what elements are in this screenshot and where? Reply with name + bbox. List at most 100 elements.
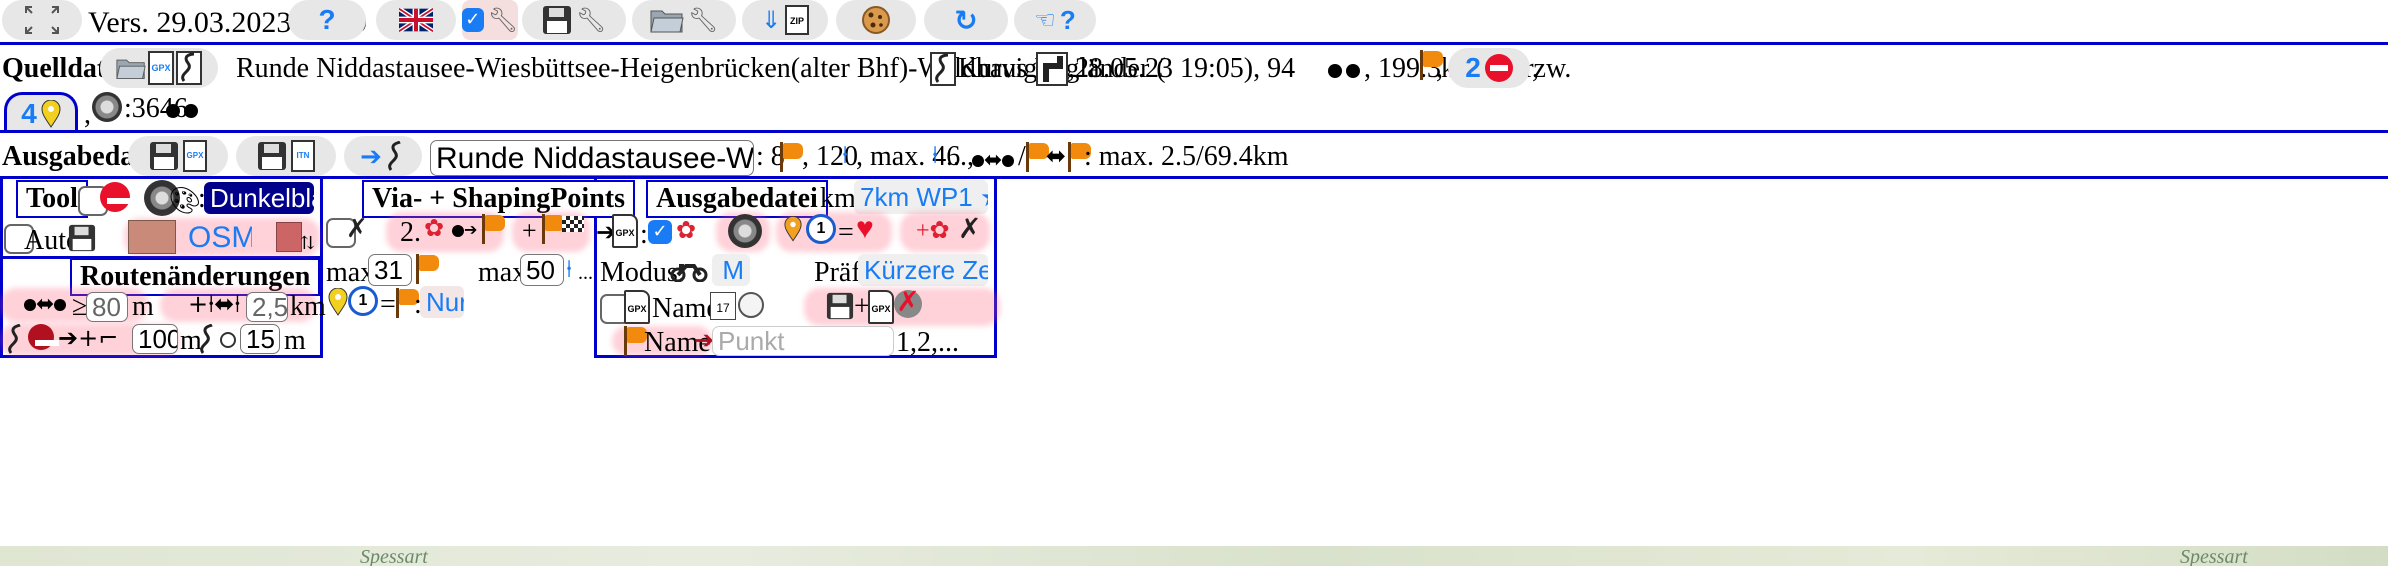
language-button[interactable] bbox=[376, 0, 456, 40]
double-arrow-icon: ⬌ bbox=[1046, 142, 1067, 170]
reload-button[interactable]: ↻ bbox=[924, 0, 1008, 40]
tire-cross-icon: ✗ bbox=[894, 289, 922, 318]
dots-distance-icon: ⬌ bbox=[24, 292, 67, 317]
motorcycle-icon bbox=[670, 258, 708, 283]
waypoint-dots-icon bbox=[1328, 62, 1360, 80]
save-gpx-button[interactable]: GPX bbox=[128, 136, 228, 176]
floppy-icon bbox=[258, 142, 286, 170]
curvy-road-icon bbox=[176, 51, 202, 85]
remove-points-button[interactable]: 2 bbox=[1448, 48, 1530, 88]
badge-a-count: 2 bbox=[1465, 52, 1481, 83]
curvy-road-icon bbox=[8, 324, 21, 354]
power-stop-icon bbox=[28, 324, 59, 350]
add-unit: km bbox=[290, 291, 326, 322]
output-stats-f: : max. 2.5/69.4km bbox=[1084, 141, 1289, 172]
add-distance-input[interactable]: 2,5 bbox=[246, 292, 288, 322]
flag-icon bbox=[778, 142, 804, 172]
plus-flowers-icon: +✿ bbox=[916, 218, 950, 244]
reload-icon: ↻ bbox=[954, 4, 978, 36]
gpx-colon: : bbox=[640, 219, 648, 250]
line2-separator: , bbox=[84, 99, 91, 130]
hint-help-button[interactable]: ☜ ? bbox=[1014, 0, 1096, 40]
plus-flag-icon: + bbox=[522, 216, 537, 245]
dots-distance-icon: ⬌ bbox=[972, 148, 1015, 173]
pin-icon bbox=[41, 99, 61, 128]
turn-distance-input[interactable]: 100 bbox=[132, 324, 178, 354]
calendar-icon: 17 bbox=[710, 292, 736, 320]
wrench-icon: 🔧︎ bbox=[575, 6, 607, 34]
numbered-pin-icon: 1 bbox=[348, 286, 378, 316]
gpx-file-icon: GPX bbox=[183, 140, 207, 172]
via-max-suffix: ... bbox=[578, 262, 593, 284]
min-distance-input[interactable]: 80 bbox=[86, 292, 128, 322]
output-stats-b: , 120 bbox=[802, 141, 858, 172]
layers-icon bbox=[276, 222, 302, 252]
clock-icon bbox=[738, 292, 764, 318]
add-shaping-point-icon: +⍿⬌⍿ bbox=[188, 290, 241, 318]
via-max-input-b[interactable]: 50 bbox=[520, 254, 564, 286]
heart-icon: ♥ bbox=[856, 212, 874, 245]
gpx-file-icon: GPX bbox=[612, 214, 638, 248]
help-button[interactable]: ? bbox=[288, 0, 366, 40]
waypoints-button[interactable]: 4 bbox=[4, 92, 78, 132]
tire-icon bbox=[92, 92, 122, 122]
output-stats-c: , max. 46 bbox=[856, 141, 961, 172]
badge-b-count: 4 bbox=[21, 97, 37, 129]
map-type-select[interactable]: OSM bbox=[182, 222, 252, 254]
help-label: ? bbox=[318, 4, 336, 35]
cross-flag-icon: ✗ bbox=[346, 214, 368, 243]
fullscreen-icon bbox=[25, 6, 59, 34]
output-stats-d: ..., bbox=[946, 141, 974, 172]
via-max-input-a[interactable]: 31 bbox=[368, 254, 412, 286]
pointing-hand-icon: ☜ bbox=[1034, 6, 1056, 34]
zip-file-icon: ZIP bbox=[785, 5, 810, 35]
save-itn-button[interactable]: ITN bbox=[236, 136, 336, 176]
track-color-select[interactable]: Dunkelblau bbox=[204, 182, 314, 214]
wrench-icon: 🔧︎ bbox=[687, 6, 719, 34]
export-route-button[interactable]: ➔ bbox=[344, 136, 422, 176]
gpx-file-icon: GPX bbox=[868, 290, 894, 324]
map-area[interactable]: Spessart Spessart bbox=[0, 546, 2388, 566]
curve-distance-input[interactable]: 15 bbox=[240, 324, 280, 354]
fullscreen-button[interactable] bbox=[2, 0, 82, 40]
km-select[interactable]: 7km WP1 ★ bbox=[854, 180, 988, 214]
via-prefix-num: 2. bbox=[400, 217, 421, 248]
floppy-icon bbox=[68, 224, 96, 252]
palette-icon: 🎨︎ bbox=[168, 186, 202, 215]
open-source-file-button[interactable]: GPX bbox=[100, 48, 218, 88]
shaping-point-icon: ⍿ bbox=[842, 142, 849, 169]
numbering-text: 1,2,... bbox=[896, 327, 959, 358]
via-only-select[interactable]: Nur bbox=[420, 286, 464, 318]
wrench-icon: 🔧︎ bbox=[487, 6, 518, 34]
curve-unit: m bbox=[284, 325, 306, 356]
shaping-point-icon: ⍿ bbox=[566, 256, 573, 283]
open-settings-button[interactable]: 🔧︎ bbox=[632, 0, 736, 40]
settings-check-button[interactable]: ✓ 🔧︎ bbox=[462, 0, 518, 40]
panel-divider-1 bbox=[320, 176, 323, 358]
save-settings-button[interactable]: 🔧︎ bbox=[522, 0, 626, 40]
arrow-right-icon: ➔ bbox=[360, 140, 382, 171]
curvy-road-icon bbox=[200, 324, 213, 354]
dist-unit: m bbox=[132, 291, 154, 322]
output-filename-input[interactable]: Runde Niddastausee-Wiesbüttsee bbox=[430, 140, 754, 176]
pref-select[interactable]: Kürzere Zeit bbox=[858, 254, 988, 286]
flag-icon bbox=[414, 254, 440, 284]
turn-sign-icon bbox=[1036, 52, 1068, 86]
gpx-file-icon: GPX bbox=[148, 51, 174, 85]
cookie-button[interactable] bbox=[836, 0, 916, 40]
floppy-icon bbox=[542, 6, 571, 34]
mode-select[interactable]: M bbox=[712, 254, 750, 286]
download-zip-button[interactable]: ⇓ ZIP bbox=[742, 0, 828, 40]
checkbox-checked-icon: ✓ bbox=[462, 8, 484, 32]
point-name-input[interactable]: Punkt bbox=[712, 326, 894, 356]
map-thumbnail-icon bbox=[128, 220, 176, 254]
source-comma: , bbox=[1436, 53, 1443, 84]
uk-flag-icon bbox=[399, 8, 433, 32]
floppy-icon bbox=[150, 142, 178, 170]
divider-top bbox=[0, 42, 2388, 45]
map-arrows: ⇅ bbox=[300, 233, 316, 253]
divider-source bbox=[0, 130, 2388, 133]
gpx-export-checkbox[interactable]: ✓ bbox=[648, 220, 672, 244]
circle-icon bbox=[220, 332, 236, 348]
cross-icon: ✗ bbox=[958, 214, 982, 245]
